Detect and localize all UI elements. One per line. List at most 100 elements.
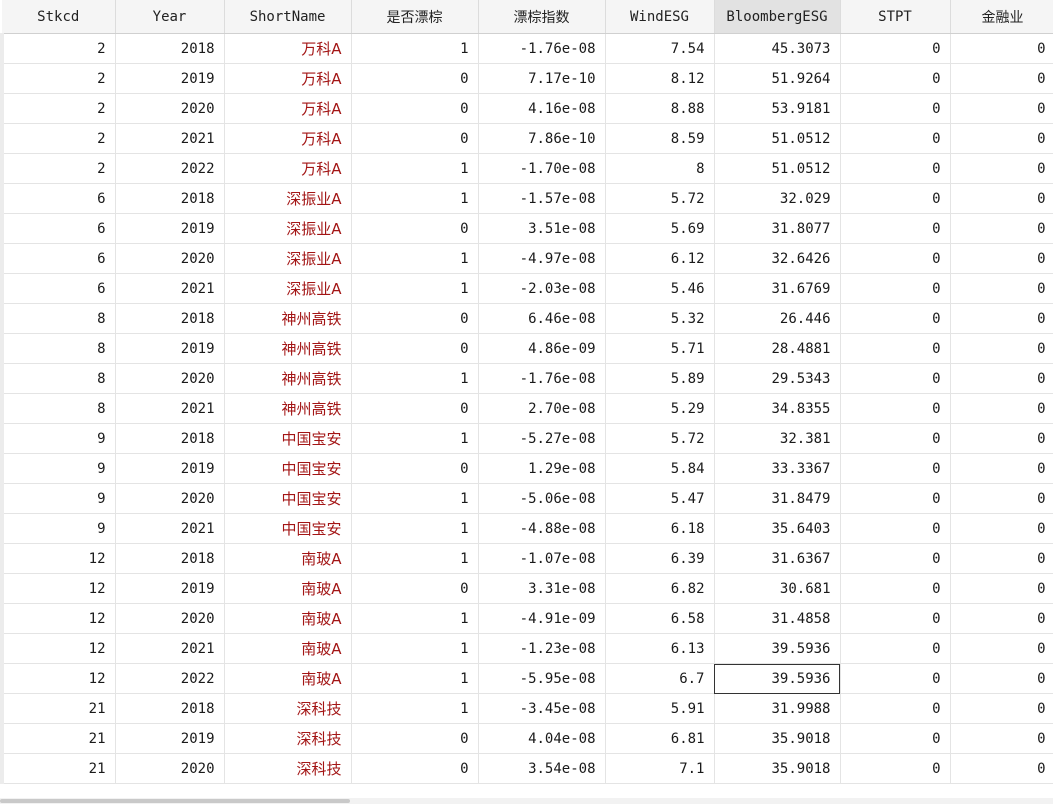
cell-bloombergesg[interactable]: 31.8479 — [714, 483, 841, 514]
cell-shortname[interactable]: 南玻A — [224, 663, 352, 694]
data-grid[interactable]: Stkcd Year ShortName 是否漂棕 漂棕指数 WindESG B… — [0, 0, 1053, 798]
cell-shortname[interactable]: 神州高铁 — [224, 303, 352, 334]
horizontal-scrollbar-thumb[interactable] — [0, 799, 350, 803]
column-header-year[interactable]: Year — [115, 0, 225, 34]
cell-stkcd[interactable]: 21 — [0, 753, 116, 784]
table-row[interactable]: 6 2021 深振业A 1 -2.03e-08 5.46 31.6769 0 0 — [0, 273, 1053, 304]
cell-stpt[interactable]: 0 — [840, 723, 951, 754]
cell-financial[interactable]: 0 — [950, 423, 1053, 454]
cell-stpt[interactable]: 0 — [840, 63, 951, 94]
cell-bloombergesg[interactable]: 26.446 — [714, 303, 841, 334]
table-row[interactable]: 8 2018 神州高铁 0 6.46e-08 5.32 26.446 0 0 — [0, 303, 1053, 334]
cell-stpt[interactable]: 0 — [840, 93, 951, 124]
cell-windesg[interactable]: 5.89 — [605, 363, 715, 394]
cell-windesg[interactable]: 5.69 — [605, 213, 715, 244]
table-row[interactable]: 6 2019 深振业A 0 3.51e-08 5.69 31.8077 0 0 — [0, 213, 1053, 244]
cell-stkcd[interactable]: 8 — [0, 303, 116, 334]
cell-greenwash-index[interactable]: -1.57e-08 — [478, 183, 606, 214]
cell-bloombergesg[interactable]: 31.6769 — [714, 273, 841, 304]
cell-greenwash-flag[interactable]: 1 — [351, 153, 479, 184]
cell-stpt[interactable]: 0 — [840, 333, 951, 364]
cell-windesg[interactable]: 5.46 — [605, 273, 715, 304]
cell-stkcd[interactable]: 12 — [0, 603, 116, 634]
cell-greenwash-flag[interactable]: 1 — [351, 243, 479, 274]
cell-shortname[interactable]: 神州高铁 — [224, 333, 352, 364]
cell-financial[interactable]: 0 — [950, 393, 1053, 424]
cell-bloombergesg[interactable]: 35.9018 — [714, 753, 841, 784]
cell-greenwash-index[interactable]: -1.07e-08 — [478, 543, 606, 574]
cell-stpt[interactable]: 0 — [840, 483, 951, 514]
cell-year[interactable]: 2021 — [115, 513, 225, 544]
cell-greenwash-index[interactable]: 6.46e-08 — [478, 303, 606, 334]
cell-windesg[interactable]: 6.39 — [605, 543, 715, 574]
table-row[interactable]: 12 2019 南玻A 0 3.31e-08 6.82 30.681 0 0 — [0, 573, 1053, 604]
table-row[interactable]: 12 2018 南玻A 1 -1.07e-08 6.39 31.6367 0 0 — [0, 543, 1053, 574]
cell-financial[interactable]: 0 — [950, 723, 1053, 754]
column-header-financial[interactable]: 金融业 — [950, 0, 1053, 34]
cell-greenwash-flag[interactable]: 0 — [351, 63, 479, 94]
cell-stkcd[interactable]: 2 — [0, 33, 116, 64]
table-row[interactable]: 2 2021 万科A 0 7.86e-10 8.59 51.0512 0 0 — [0, 123, 1053, 154]
cell-stpt[interactable]: 0 — [840, 573, 951, 604]
cell-greenwash-index[interactable]: 4.04e-08 — [478, 723, 606, 754]
table-row[interactable]: 12 2020 南玻A 1 -4.91e-09 6.58 31.4858 0 0 — [0, 603, 1053, 634]
cell-stkcd[interactable]: 2 — [0, 63, 116, 94]
cell-bloombergesg[interactable]: 51.9264 — [714, 63, 841, 94]
cell-financial[interactable]: 0 — [950, 483, 1053, 514]
cell-greenwash-index[interactable]: 2.70e-08 — [478, 393, 606, 424]
cell-bloombergesg[interactable]: 32.6426 — [714, 243, 841, 274]
cell-stkcd[interactable]: 9 — [0, 423, 116, 454]
cell-financial[interactable]: 0 — [950, 453, 1053, 484]
table-row[interactable]: 2 2019 万科A 0 7.17e-10 8.12 51.9264 0 0 — [0, 63, 1053, 94]
cell-bloombergesg[interactable]: 53.9181 — [714, 93, 841, 124]
cell-greenwash-flag[interactable]: 1 — [351, 663, 479, 694]
cell-year[interactable]: 2021 — [115, 273, 225, 304]
cell-stkcd[interactable]: 12 — [0, 573, 116, 604]
cell-shortname[interactable]: 深振业A — [224, 243, 352, 274]
cell-stpt[interactable]: 0 — [840, 663, 951, 694]
table-row[interactable]: 21 2019 深科技 0 4.04e-08 6.81 35.9018 0 0 — [0, 723, 1053, 754]
cell-stpt[interactable]: 0 — [840, 753, 951, 784]
cell-year[interactable]: 2020 — [115, 753, 225, 784]
cell-financial[interactable]: 0 — [950, 633, 1053, 664]
cell-stkcd[interactable]: 6 — [0, 243, 116, 274]
cell-windesg[interactable]: 8.12 — [605, 63, 715, 94]
cell-bloombergesg[interactable]: 45.3073 — [714, 33, 841, 64]
cell-stpt[interactable]: 0 — [840, 453, 951, 484]
cell-bloombergesg[interactable]: 31.6367 — [714, 543, 841, 574]
cell-bloombergesg[interactable]: 34.8355 — [714, 393, 841, 424]
cell-bloombergesg[interactable]: 33.3367 — [714, 453, 841, 484]
cell-bloombergesg[interactable]: 28.4881 — [714, 333, 841, 364]
table-row[interactable]: 2 2022 万科A 1 -1.70e-08 8 51.0512 0 0 — [0, 153, 1053, 184]
cell-greenwash-flag[interactable]: 1 — [351, 513, 479, 544]
cell-financial[interactable]: 0 — [950, 513, 1053, 544]
cell-shortname[interactable]: 万科A — [224, 93, 352, 124]
cell-year[interactable]: 2018 — [115, 693, 225, 724]
table-row[interactable]: 12 2022 南玻A 1 -5.95e-08 6.7 39.5936 0 0 — [0, 663, 1053, 694]
cell-year[interactable]: 2020 — [115, 483, 225, 514]
cell-greenwash-index[interactable]: -5.06e-08 — [478, 483, 606, 514]
cell-stkcd[interactable]: 8 — [0, 333, 116, 364]
cell-greenwash-index[interactable]: 1.29e-08 — [478, 453, 606, 484]
cell-bloombergesg[interactable]: 39.5936 — [714, 663, 841, 694]
table-row[interactable]: 6 2020 深振业A 1 -4.97e-08 6.12 32.6426 0 0 — [0, 243, 1053, 274]
cell-stpt[interactable]: 0 — [840, 183, 951, 214]
cell-greenwash-flag[interactable]: 1 — [351, 273, 479, 304]
cell-shortname[interactable]: 深振业A — [224, 273, 352, 304]
cell-shortname[interactable]: 中国宝安 — [224, 453, 352, 484]
cell-year[interactable]: 2018 — [115, 183, 225, 214]
cell-shortname[interactable]: 神州高铁 — [224, 393, 352, 424]
cell-financial[interactable]: 0 — [950, 93, 1053, 124]
cell-year[interactable]: 2019 — [115, 573, 225, 604]
cell-shortname[interactable]: 中国宝安 — [224, 483, 352, 514]
cell-stkcd[interactable]: 8 — [0, 393, 116, 424]
cell-greenwash-flag[interactable]: 0 — [351, 453, 479, 484]
cell-stkcd[interactable]: 6 — [0, 273, 116, 304]
cell-greenwash-index[interactable]: 4.16e-08 — [478, 93, 606, 124]
cell-shortname[interactable]: 万科A — [224, 63, 352, 94]
cell-windesg[interactable]: 7.54 — [605, 33, 715, 64]
column-header-windesg[interactable]: WindESG — [605, 0, 715, 34]
cell-windesg[interactable]: 5.84 — [605, 453, 715, 484]
cell-windesg[interactable]: 5.72 — [605, 183, 715, 214]
cell-stkcd[interactable]: 12 — [0, 633, 116, 664]
